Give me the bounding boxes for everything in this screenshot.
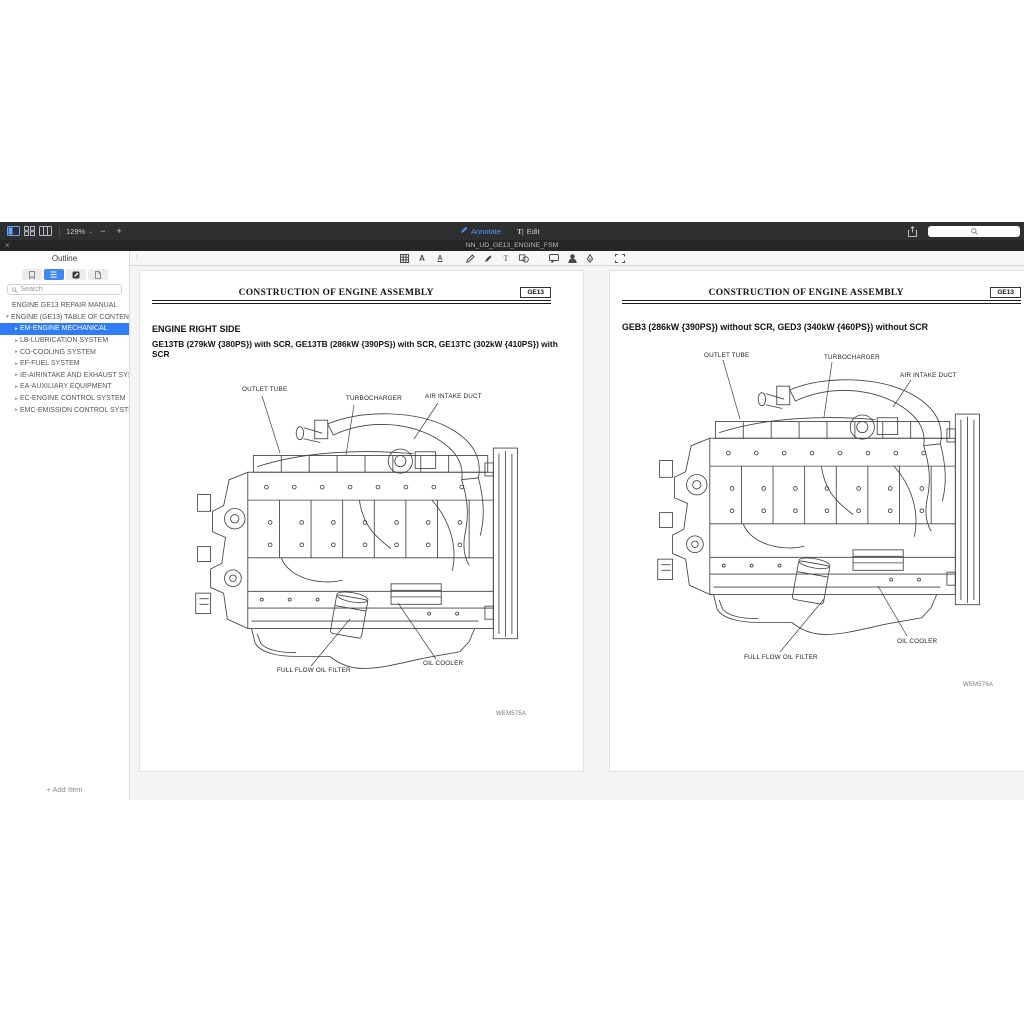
outline-item-ec-engine-control[interactable]: ▸EC-ENGINE CONTROL SYSTEM <box>0 393 129 405</box>
sidebar-tab-switcher <box>0 269 129 280</box>
bookmark-icon <box>29 271 35 279</box>
tab-pages[interactable] <box>88 269 108 280</box>
shapes-icon[interactable] <box>519 253 529 264</box>
highlight-text-icon[interactable]: A <box>417 253 427 264</box>
outline-item-co-cooling[interactable]: ▸CO-COOLING SYSTEM <box>0 346 129 358</box>
search-icon <box>971 228 978 235</box>
chevron-collapsed-icon: ▸ <box>13 326 20 332</box>
stamp-grid-icon[interactable] <box>399 253 409 264</box>
outline-item-repair-manual[interactable]: ENGINE GE13 REPAIR MANUAL <box>0 300 129 312</box>
chevron-down-icon[interactable]: ⌄ <box>88 228 93 235</box>
underline-text-icon[interactable]: A <box>435 253 445 264</box>
label-air-intake-duct: AIR INTAKE DUCT <box>425 393 482 400</box>
thumbnails-view-icon[interactable] <box>21 225 37 238</box>
outline-search <box>7 284 122 295</box>
signature-icon[interactable] <box>567 253 577 264</box>
share-icon[interactable] <box>904 225 920 238</box>
close-tab-icon[interactable]: × <box>5 240 10 251</box>
outline-search-input[interactable] <box>21 286 117 293</box>
outline-item-em-engine-mechanical[interactable]: ▸EM-ENGINE MECHANICAL <box>0 323 129 335</box>
pdf-app-window: 129% ⌄ − + Annotate T| Edit × NN <box>0 222 1024 800</box>
outline-list-icon <box>50 271 57 278</box>
zoom-out-button[interactable]: − <box>96 226 109 236</box>
chevron-expanded-icon: ▾ <box>4 314 11 320</box>
label-full-flow-oil-filter: FULL FLOW OIL FILTER <box>277 667 351 674</box>
annotation-toolbar: ⋮ A A T <box>130 251 1024 266</box>
outline-item-emc-emission-control[interactable]: ▸EMC-EMISSION CONTROL SYSTEM <box>0 404 129 416</box>
zoom-in-button[interactable]: + <box>112 226 125 236</box>
chevron-collapsed-icon: ▸ <box>13 349 20 355</box>
sub-toolbar: Outline ⋮ A A T <box>0 251 1024 266</box>
outline-tree: ENGINE GE13 REPAIR MANUAL ▾ENGINE (GE13)… <box>0 300 129 416</box>
sidebar-toggle-icon[interactable] <box>5 225 21 238</box>
chevron-collapsed-icon: ▸ <box>13 384 20 390</box>
figure-id: WEM576A <box>963 682 993 688</box>
annotations-icon <box>72 271 80 279</box>
tab-annotations[interactable] <box>66 269 86 280</box>
chevron-collapsed-icon: ▸ <box>13 407 20 413</box>
pdf-page-right[interactable]: CONSTRUCTION OF ENGINE ASSEMBLY GE13 GEB… <box>609 270 1024 772</box>
text-tool-icon[interactable]: T <box>501 253 511 264</box>
outline-item-table-of-contents[interactable]: ▾ENGINE (GE13) TABLE OF CONTENTS <box>0 312 129 324</box>
label-air-intake-duct: AIR INTAKE DUCT <box>900 372 957 379</box>
top-toolbar: 129% ⌄ − + Annotate T| Edit <box>0 222 1024 240</box>
outline-item-ie-airintake-exhaust[interactable]: ▸IE-AIRINTAKE AND EXHAUST SYSTEM <box>0 370 129 382</box>
pencil-icon[interactable] <box>465 253 475 264</box>
annotate-tab[interactable]: Annotate <box>460 226 501 236</box>
page-icon <box>95 271 101 279</box>
chevron-collapsed-icon: ▸ <box>13 372 20 378</box>
tab-bookmarks[interactable] <box>22 269 42 280</box>
label-oil-cooler: OIL COOLER <box>423 660 463 667</box>
outline-item-lb-lubrication[interactable]: ▸LB-LUBRICATION SYSTEM <box>0 335 129 347</box>
label-oil-cooler: OIL COOLER <box>897 638 937 645</box>
label-turbocharger: TURBOCHARGER <box>824 354 880 361</box>
figure-id: WEM575A <box>496 711 526 717</box>
stamp-pen-icon[interactable] <box>585 253 595 264</box>
document-area: CONSTRUCTION OF ENGINE ASSEMBLY GE13 ENG… <box>130 266 1024 800</box>
sidebar-panel-title: Outline <box>0 251 130 266</box>
search-input[interactable] <box>928 226 1020 237</box>
chevron-collapsed-icon: ▸ <box>13 361 20 367</box>
engine-diagram-illustration <box>140 271 585 771</box>
page-view-icon[interactable] <box>37 225 53 238</box>
pdf-page-left[interactable]: CONSTRUCTION OF ENGINE ASSEMBLY GE13 ENG… <box>139 270 584 772</box>
selection-corners-icon[interactable] <box>615 253 625 264</box>
label-turbocharger: TURBOCHARGER <box>346 395 402 402</box>
pen-icon <box>460 226 468 236</box>
comment-icon[interactable] <box>549 253 559 264</box>
search-icon <box>12 287 18 293</box>
marker-icon[interactable] <box>483 253 493 264</box>
engine-diagram-illustration <box>610 271 1024 771</box>
zoom-level[interactable]: 129% <box>66 227 85 236</box>
tab-bar: × NN_UD_GE13_ENGINE_FSM <box>0 240 1024 251</box>
main-region: ENGINE GE13 REPAIR MANUAL ▾ENGINE (GE13)… <box>0 266 1024 800</box>
label-outlet-tube: OUTLET TUBE <box>704 352 749 359</box>
outline-item-ef-fuel[interactable]: ▸EF-FUEL SYSTEM <box>0 358 129 370</box>
label-full-flow-oil-filter: FULL FLOW OIL FILTER <box>744 654 818 661</box>
chevron-collapsed-icon: ▸ <box>13 396 20 402</box>
document-tab-title[interactable]: NN_UD_GE13_ENGINE_FSM <box>466 242 559 249</box>
outline-item-ea-auxiliary[interactable]: ▸EA-AUXILIARY EQUIPMENT <box>0 381 129 393</box>
add-item-button[interactable]: + Add Item <box>0 785 129 794</box>
outline-sidebar: ENGINE GE13 REPAIR MANUAL ▾ENGINE (GE13)… <box>0 266 130 800</box>
toolbar-divider <box>59 226 60 236</box>
drag-handle-icon[interactable]: ⋮ <box>133 254 140 262</box>
chevron-collapsed-icon: ▸ <box>13 338 20 344</box>
tab-outline[interactable] <box>44 269 64 280</box>
text-edit-icon: T| <box>517 227 524 236</box>
edit-tab[interactable]: T| Edit <box>517 227 540 236</box>
label-outlet-tube: OUTLET TUBE <box>242 386 287 393</box>
